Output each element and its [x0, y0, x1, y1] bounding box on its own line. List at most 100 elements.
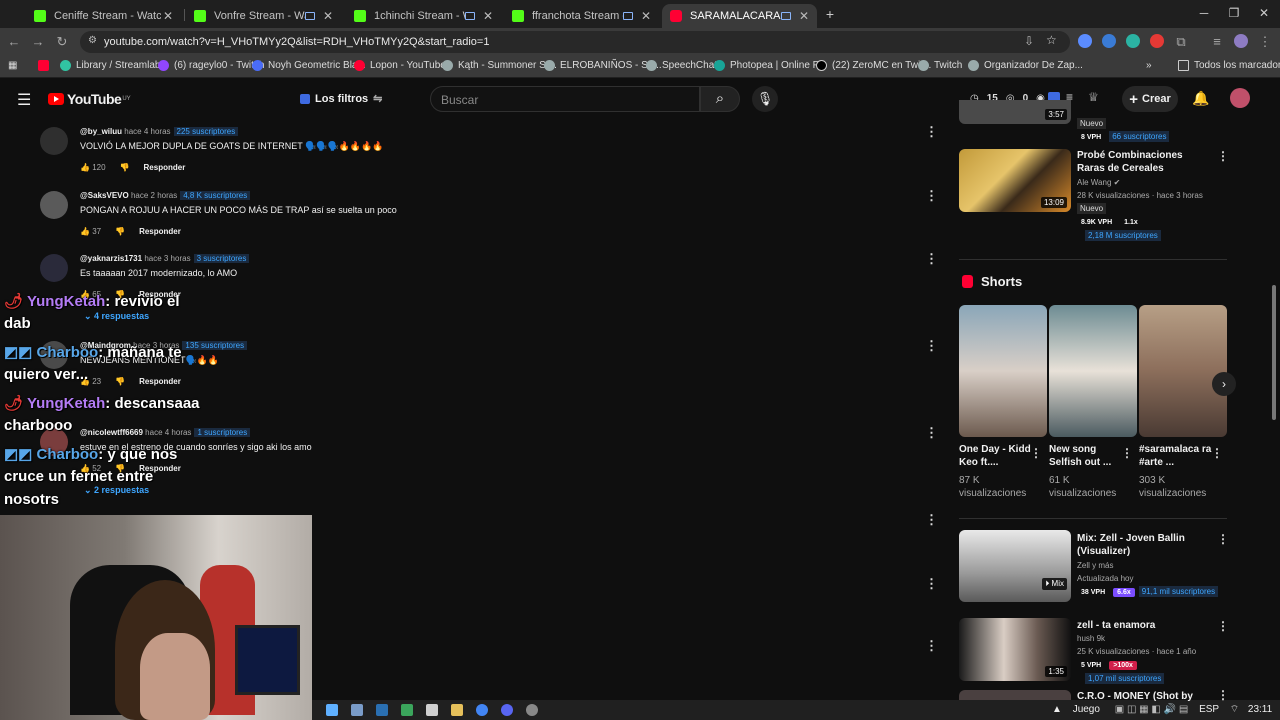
window-close-icon[interactable]: ✕ [1254, 6, 1274, 20]
all-bookmarks-folder[interactable]: Todos los marcadores [1178, 60, 1280, 71]
comment-time[interactable]: hace 2 horas [131, 191, 177, 200]
bookmark-item[interactable]: Library / Streamlabs [60, 60, 165, 71]
close-icon[interactable]: ✕ [797, 9, 811, 23]
extension-icon[interactable] [1126, 34, 1140, 48]
address-bar[interactable]: ⚙ youtube.com/watch?v=H_VHoTMYy2Q&list=R… [80, 31, 1070, 53]
channel-name[interactable]: Zell y más [1077, 561, 1113, 570]
input-mode[interactable]: Juego [1073, 704, 1100, 715]
media-controls-icon[interactable]: ≡ [1208, 33, 1226, 51]
comment-menu-icon[interactable]: ⋮ [925, 251, 938, 267]
dislike-icon[interactable]: 👎 [115, 227, 125, 236]
tray-icon[interactable]: ▲ [1052, 704, 1062, 715]
reply-button[interactable]: Responder [139, 377, 181, 386]
page-scrollbar[interactable] [1272, 285, 1276, 420]
short-title[interactable]: #saramalaca ra #arte ... [1139, 443, 1219, 469]
comment-author[interactable]: @SaksVEVO [80, 191, 129, 200]
language-indicator[interactable]: ESP [1199, 704, 1219, 715]
short-thumbnail[interactable] [959, 305, 1047, 437]
comment-menu-icon[interactable]: ⋮ [925, 338, 938, 354]
comment-author[interactable]: @nicolewtff6669 [80, 428, 143, 437]
mix-thumbnail[interactable]: ⏵ Mix [959, 530, 1071, 602]
video-thumbnail[interactable]: 13:09 [959, 149, 1071, 212]
comment-author[interactable]: @yaknarzis1731 [80, 254, 142, 263]
video-title[interactable]: C.R.O - MONEY (Shot by [1077, 690, 1212, 701]
tab-1chinchi[interactable]: 1chinchi Stream - Watch Li ✕ [346, 4, 501, 28]
short-title[interactable]: New song Selfish out ... [1049, 443, 1129, 469]
video-title[interactable]: zell - ta enamora [1077, 619, 1212, 632]
more-bookmarks-icon[interactable]: » [1146, 60, 1152, 71]
url-text[interactable]: youtube.com/watch?v=H_VHoTMYy2Q&list=RDH… [104, 36, 489, 48]
filters-button[interactable]: Los filtros ⇋ [300, 92, 382, 105]
search-button[interactable]: ⌕ [700, 86, 740, 112]
video-thumbnail[interactable]: 1:35 [959, 618, 1071, 681]
back-icon[interactable]: ← [5, 33, 23, 51]
taskbar-app-icon[interactable] [351, 704, 363, 716]
like-icon[interactable]: 👍 37 [80, 227, 101, 236]
extensions-puzzle-icon[interactable]: ⧉ [1172, 33, 1190, 51]
video-thumbnail[interactable] [959, 690, 1071, 700]
video-menu-icon[interactable]: ⋮ [1217, 149, 1229, 163]
menu-kebab-icon[interactable]: ⋮ [1256, 33, 1274, 51]
extension-icon[interactable] [1102, 34, 1116, 48]
comment-menu-icon[interactable]: ⋮ [925, 638, 938, 654]
video-thumbnail[interactable]: 3:57 [959, 100, 1071, 124]
channel-name[interactable]: hush 9k [1077, 634, 1105, 643]
discord-icon[interactable] [501, 704, 513, 716]
bookmark-item[interactable]: (22) ZeroMC en Twit... [816, 60, 931, 71]
comment-time[interactable]: hace 4 horas [124, 127, 170, 136]
view-replies-button[interactable]: ⌄ 4 respuestas [84, 311, 149, 322]
notifications-bell-icon[interactable]: 🔔 [1192, 90, 1209, 107]
new-tab-icon[interactable]: + [820, 6, 840, 22]
voice-search-button[interactable]: 🎙 [752, 86, 778, 112]
avatar[interactable] [40, 127, 68, 155]
tab-saramalacara[interactable]: SARAMALACARA, Rojuu - BAPE ✕ [662, 4, 817, 28]
reply-button[interactable]: Responder [139, 227, 181, 236]
avatar[interactable] [40, 254, 68, 282]
chrome-icon[interactable] [476, 704, 488, 716]
install-icon[interactable]: ⇩ [1024, 34, 1034, 48]
video-title[interactable]: Mix: Zell - Joven Ballin (Visualizer) [1077, 532, 1212, 558]
bookmark-item[interactable]: Noyh Geometric Bla... [252, 60, 366, 71]
restore-icon[interactable]: ❐ [1224, 6, 1244, 20]
comment-menu-icon[interactable]: ⋮ [925, 512, 938, 528]
taskbar-app-icon[interactable] [426, 704, 438, 716]
tab-ffranchota[interactable]: ffranchota Stream - Watch L ✕ [504, 4, 659, 28]
video-menu-icon[interactable]: ⋮ [1217, 688, 1229, 702]
taskbar-app-icon[interactable] [326, 704, 338, 716]
create-button[interactable]: + Crear [1122, 86, 1178, 112]
reply-button[interactable]: Responder [144, 163, 186, 172]
reload-icon[interactable]: ↻ [53, 33, 71, 51]
bookmark-item[interactable]: ELROBANIÑOS - Su... [544, 60, 662, 71]
trophy-icon[interactable]: ♕ [1088, 90, 1099, 104]
bookmark-item[interactable]: SpeechChat [646, 60, 717, 71]
account-avatar[interactable] [1230, 88, 1250, 108]
extension-icon[interactable] [1078, 34, 1092, 48]
comment-menu-icon[interactable]: ⋮ [925, 576, 938, 592]
tab-ceniffe[interactable]: Ceniffe Stream - Watch Live on K✕ [26, 4, 181, 28]
short-menu-icon[interactable]: ⋮ [1121, 446, 1133, 460]
short-title[interactable]: One Day - Kidd Keo ft.... [959, 443, 1039, 469]
shorts-next-button[interactable]: › [1212, 372, 1236, 396]
comment-menu-icon[interactable]: ⋮ [925, 124, 938, 140]
view-replies-button[interactable]: ⌄ 2 respuestas [84, 485, 149, 496]
taskbar-app-icon[interactable] [526, 704, 538, 716]
video-menu-icon[interactable]: ⋮ [1217, 619, 1229, 633]
bookmark-item[interactable]: (6) rageylo0 - Twitch [158, 60, 264, 71]
site-info-icon[interactable]: ⚙ [88, 35, 97, 46]
taskbar-app-icon[interactable] [451, 704, 463, 716]
bookmark-youtube[interactable] [38, 60, 54, 71]
close-icon[interactable]: ✕ [481, 9, 495, 23]
profile-avatar[interactable] [1234, 34, 1248, 48]
bookmark-item[interactable]: Twitch [918, 60, 962, 71]
like-icon[interactable]: 👍 120 [80, 163, 106, 172]
taskbar-app-icon[interactable] [376, 704, 388, 716]
hamburger-menu-icon[interactable]: ☰ [17, 90, 31, 110]
close-icon[interactable]: ✕ [161, 9, 175, 23]
comment-menu-icon[interactable]: ⋮ [925, 425, 938, 441]
bookmark-item[interactable]: Lopon - YouTube [354, 60, 446, 71]
video-title[interactable]: Probé Combinaciones Raras de Cereales [1077, 149, 1212, 175]
bookmark-item[interactable]: Kąth - Summoner St... [442, 60, 557, 71]
close-icon[interactable]: ✕ [639, 9, 653, 23]
tab-vonfre[interactable]: Vonfre Stream - Watch Live ✕ [186, 4, 341, 28]
avatar[interactable] [40, 191, 68, 219]
